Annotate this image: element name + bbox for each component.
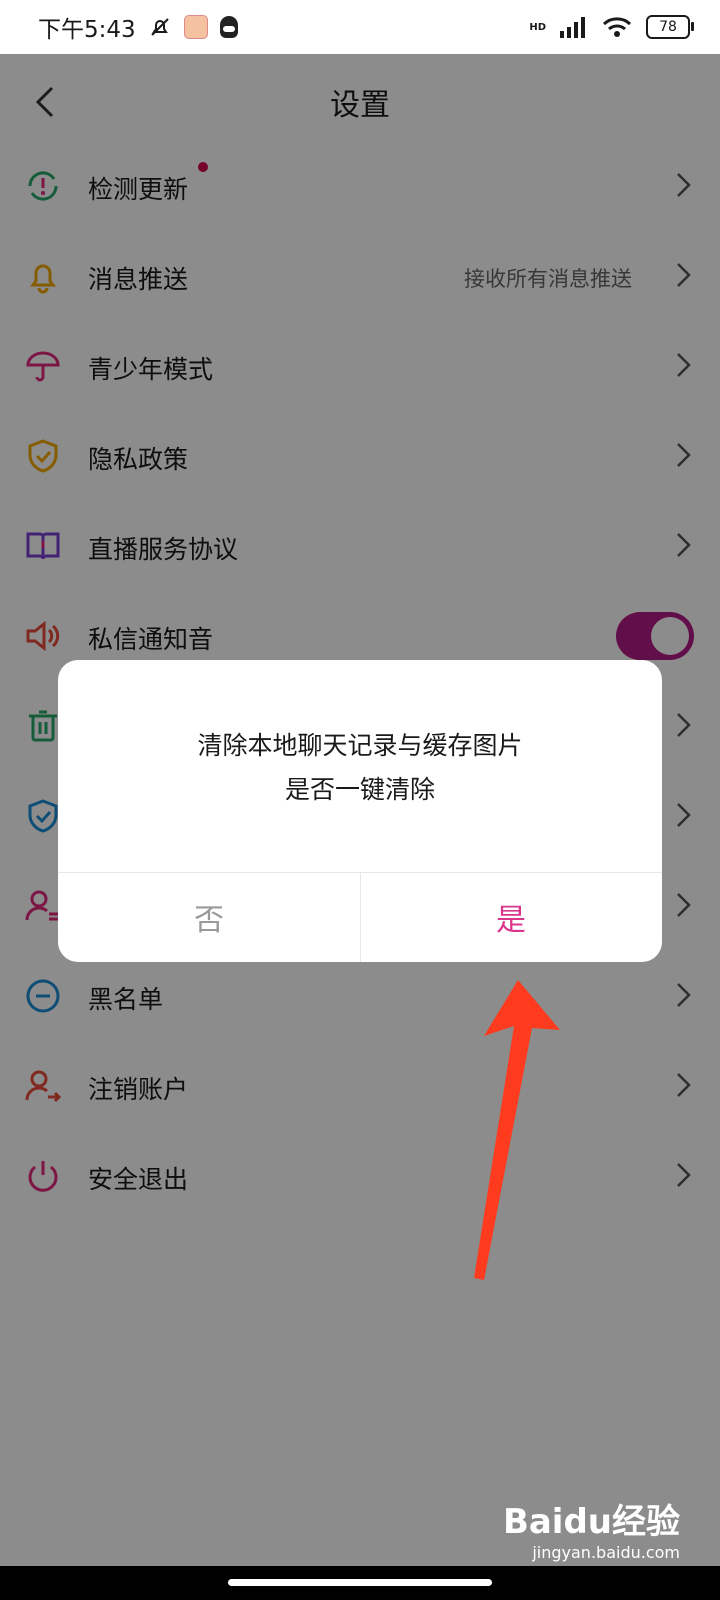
watermark-logo: Baidu经验 xyxy=(502,1502,680,1542)
signal-icon xyxy=(560,17,585,38)
yes-button[interactable]: 是 xyxy=(360,872,662,962)
home-indicator[interactable] xyxy=(228,1579,492,1586)
screen: 下午5:43 HD 78 设置 检测更新 消息推送 接收所有消息推送 青少年模式… xyxy=(0,0,720,1600)
clear-cache-dialog: 清除本地聊天记录与缓存图片 是否一键清除 否 是 xyxy=(58,660,662,962)
status-bar: 下午5:43 HD 78 xyxy=(0,0,720,54)
status-time: 下午5:43 xyxy=(38,17,136,43)
dialog-message-line1: 清除本地聊天记录与缓存图片 xyxy=(197,731,523,760)
battery-indicator: 78 xyxy=(646,15,694,39)
dialog-message: 清除本地聊天记录与缓存图片 是否一键清除 xyxy=(58,724,662,812)
qq-icon xyxy=(219,16,238,38)
no-button[interactable]: 否 xyxy=(58,872,360,962)
hd-indicator: HD xyxy=(529,21,546,33)
app-notification-icon xyxy=(183,15,208,39)
baidu-watermark: Baidu经验 jingyan.baidu.com xyxy=(503,1494,680,1562)
gesture-bar xyxy=(0,1566,720,1600)
annotation-arrow-icon xyxy=(474,980,560,1280)
bell-off-icon xyxy=(150,18,169,36)
watermark-site: jingyan.baidu.com xyxy=(532,1543,680,1562)
dialog-message-line2: 是否一键清除 xyxy=(284,775,435,804)
wifi-icon xyxy=(602,17,632,37)
